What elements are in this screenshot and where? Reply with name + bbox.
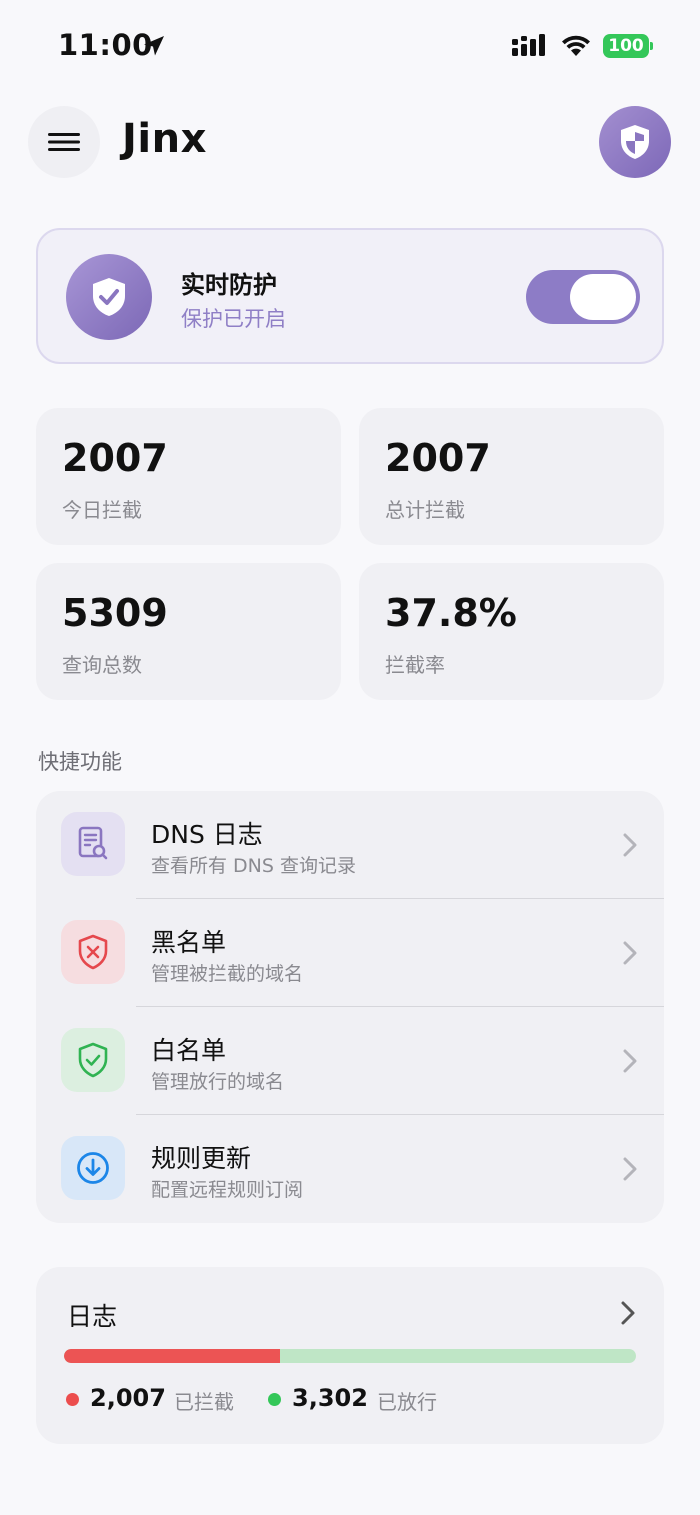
- shield-profile-button[interactable]: [599, 106, 671, 178]
- quick-item-blacklist[interactable]: 黑名单 管理被拦截的域名: [36, 899, 664, 1007]
- blocked-legend-dot: [66, 1393, 79, 1406]
- chevron-right-icon: [623, 833, 637, 857]
- blocked-allowed-ratio-bar: [64, 1349, 636, 1363]
- qi-icon-badge: [61, 920, 125, 984]
- qi-title: DNS 日志: [151, 820, 263, 849]
- chevron-right-icon: [621, 1301, 635, 1325]
- battery-level: 100: [608, 36, 644, 56]
- qi-icon-badge: [61, 1136, 125, 1200]
- realtime-protection-card: 实时防护 保护已开启: [36, 228, 664, 364]
- stat-total-blocked: 2007 总计拦截: [359, 408, 664, 545]
- chevron-right-icon: [623, 1049, 637, 1073]
- battery-icon: 100: [603, 34, 649, 58]
- stat-block-rate: 37.8% 拦截率: [359, 563, 664, 700]
- stat-value: 2007: [62, 436, 168, 480]
- document-search-icon: [78, 826, 108, 860]
- quick-item-rule-update[interactable]: 规则更新 配置远程规则订阅: [36, 1115, 664, 1223]
- allowed-count: 3,302: [292, 1384, 368, 1412]
- log-summary-card[interactable]: 日志 2,007 已拦截 3,302 已放行: [36, 1267, 664, 1444]
- blocked-label: 已拦截: [174, 1390, 234, 1414]
- blocked-portion: [64, 1349, 281, 1363]
- chevron-right-icon: [623, 941, 637, 965]
- qi-icon-badge: [61, 1028, 125, 1092]
- wifi-icon: [562, 35, 590, 56]
- quick-functions-heading: 快捷功能: [38, 750, 122, 774]
- stat-label: 今日拦截: [62, 498, 142, 522]
- qi-subtitle: 查看所有 DNS 查询记录: [151, 855, 356, 877]
- location-arrow-icon: [144, 36, 164, 56]
- download-circle-icon: [77, 1152, 109, 1184]
- quick-item-whitelist[interactable]: 白名单 管理放行的域名: [36, 1007, 664, 1115]
- stat-value: 5309: [62, 591, 168, 635]
- quick-item-dns-log[interactable]: DNS 日志 查看所有 DNS 查询记录: [36, 791, 664, 899]
- protection-title: 实时防护: [181, 271, 277, 299]
- qi-icon-badge: [61, 812, 125, 876]
- qi-title: 白名单: [151, 1036, 227, 1065]
- chevron-right-icon: [623, 1157, 637, 1181]
- qi-subtitle: 管理放行的域名: [151, 1071, 285, 1093]
- menu-button[interactable]: [28, 106, 100, 178]
- log-title: 日志: [67, 1302, 118, 1331]
- quick-functions-list: DNS 日志 查看所有 DNS 查询记录 黑名单 管理被拦截的域名 白名单 管理…: [36, 791, 664, 1223]
- status-time: 11:00: [58, 28, 153, 62]
- stat-total-queries: 5309 查询总数: [36, 563, 341, 700]
- cellular-signal-icon: [512, 34, 545, 56]
- shield-split-icon: [621, 125, 649, 159]
- stat-value: 2007: [385, 436, 491, 480]
- hamburger-menu-icon: [48, 133, 80, 151]
- allowed-label: 已放行: [377, 1390, 437, 1414]
- stat-label: 拦截率: [385, 653, 445, 677]
- shield-check-icon: [93, 278, 125, 316]
- qi-title: 规则更新: [151, 1144, 252, 1173]
- battery-tip: [650, 42, 653, 50]
- protection-status: 保护已开启: [181, 307, 286, 331]
- stat-label: 查询总数: [62, 653, 142, 677]
- toggle-knob: [570, 274, 636, 320]
- qi-title: 黑名单: [151, 928, 227, 957]
- protection-toggle[interactable]: [526, 270, 640, 324]
- protection-shield-badge: [66, 254, 152, 340]
- allowed-legend-dot: [268, 1393, 281, 1406]
- stat-label: 总计拦截: [385, 498, 465, 522]
- shield-x-icon: [78, 934, 108, 970]
- stat-today-blocked: 2007 今日拦截: [36, 408, 341, 545]
- shield-check-icon: [78, 1042, 108, 1078]
- qi-subtitle: 管理被拦截的域名: [151, 963, 304, 985]
- status-bar: 11:00 100: [0, 0, 700, 92]
- app-title: Jinx: [122, 116, 207, 162]
- blocked-count: 2,007: [90, 1384, 166, 1412]
- stat-value: 37.8%: [385, 591, 517, 635]
- qi-subtitle: 配置远程规则订阅: [151, 1179, 304, 1201]
